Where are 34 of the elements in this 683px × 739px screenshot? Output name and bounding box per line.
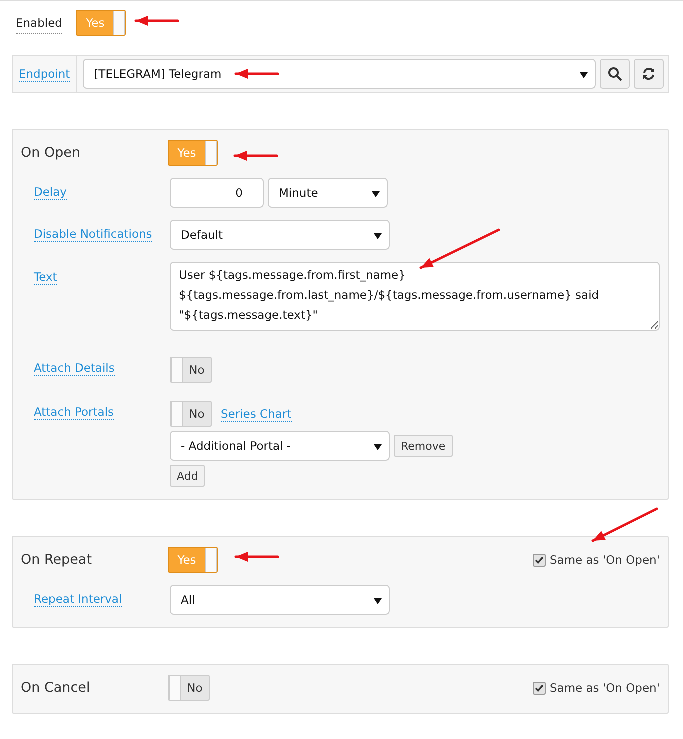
section-title: On Open — [21, 145, 82, 161]
caret-icon — [374, 443, 382, 451]
dropdown[interactable]: [TELEGRAM] Telegram — [83, 59, 596, 89]
refresh-icon — [642, 67, 656, 81]
toggle-switch[interactable]: No — [168, 675, 210, 701]
dropdown[interactable]: Default — [170, 220, 390, 250]
toggle-switch[interactable]: No — [170, 401, 212, 427]
caret-icon — [374, 597, 382, 605]
annotation-arrow — [234, 552, 280, 562]
dropdown[interactable]: All — [170, 585, 390, 615]
refresh-button[interactable] — [634, 59, 664, 89]
annotation-arrow — [592, 508, 658, 542]
add-button[interactable]: Add — [170, 465, 206, 487]
caret-icon — [372, 190, 380, 198]
checkbox[interactable] — [532, 682, 546, 694]
caret-icon — [580, 71, 588, 79]
search-icon — [608, 67, 622, 81]
toggle-switch[interactable]: No — [170, 357, 212, 383]
text-area[interactable]: User ${tags.message.from.first_name} ${tags.message.from.last_name}/${tags.message.from.username} said "${tags.message.text}" — [170, 262, 660, 331]
section-title: On Cancel — [21, 680, 92, 696]
dropdown[interactable]: Minute — [268, 178, 388, 208]
annotation-arrow — [234, 151, 278, 161]
number-field[interactable]: 0 — [170, 178, 264, 208]
dropdown[interactable]: - Additional Portal - — [170, 431, 390, 461]
annotation-arrow — [234, 69, 280, 79]
checkbox[interactable] — [532, 554, 546, 566]
enabled-label: Enabled — [16, 16, 62, 34]
checkbox-label: Same as 'On Open' — [550, 553, 660, 567]
checkbox-label: Same as 'On Open' — [550, 681, 660, 695]
caret-icon — [374, 232, 382, 240]
search-button[interactable] — [600, 59, 630, 89]
remove-button[interactable]: Remove — [394, 435, 453, 457]
section-title: On Repeat — [21, 552, 93, 568]
annotation-arrow — [134, 16, 180, 26]
